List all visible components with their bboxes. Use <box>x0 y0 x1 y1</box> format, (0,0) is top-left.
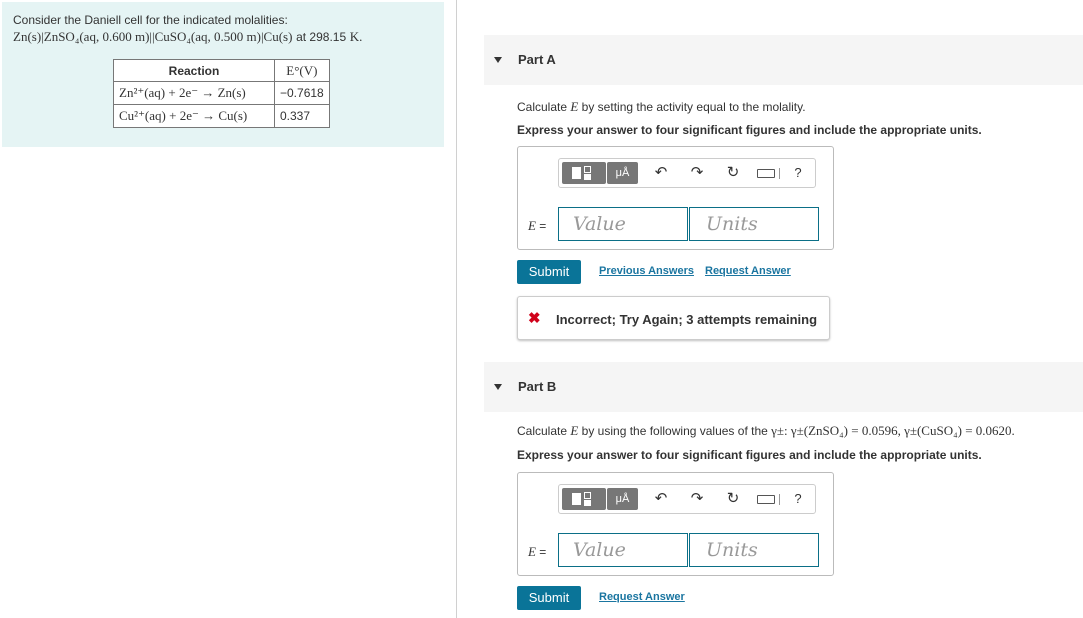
table-row: Cu²⁺(aq) + 2e⁻ → Cu(s) 0.337 <box>113 104 330 128</box>
collapse-triangle-icon[interactable] <box>494 384 502 390</box>
part-a-title: Part A <box>518 52 556 67</box>
value-input[interactable]: Value <box>558 533 688 567</box>
cell-notation-line: Zn(s)|ZnSO₄(aq, 0.600 m)||CuSO₄(aq, 0.50… <box>13 29 362 45</box>
help-button[interactable]: ? <box>788 162 808 184</box>
feedback-message: Incorrect; Try Again; 3 attempts remaini… <box>556 312 818 327</box>
intro-text: Consider the Daniell cell for the indica… <box>13 13 288 27</box>
table-row: Zn²⁺(aq) + 2e⁻ → Zn(s) −0.7618 <box>113 81 330 105</box>
reaction-cell: Zn²⁺(aq) + 2e⁻ → Zn(s) <box>113 81 275 105</box>
temperature-prefix: at 298.15 <box>296 30 347 44</box>
prompt-text: Calculate <box>517 100 568 114</box>
prompt-variable: E <box>570 99 579 114</box>
part-b-instruction: Express your answer to four significant … <box>517 448 982 462</box>
part-b-title: Part B <box>518 379 557 394</box>
math-toolbar: μÅ ↶ ↷ ↻ ? <box>558 484 816 514</box>
prompt-variable: E <box>570 423 579 438</box>
part-b-header[interactable]: Part B <box>484 362 1083 412</box>
reset-icon[interactable]: ↻ <box>723 488 743 510</box>
submit-button[interactable]: Submit <box>517 586 581 610</box>
answer-variable: E <box>528 218 536 233</box>
part-a-instruction: Express your answer to four significant … <box>517 123 982 137</box>
answer-label: E = <box>528 544 546 560</box>
part-a-answer-box: μÅ ↶ ↷ ↻ ? E = Value Units <box>517 146 834 250</box>
help-button[interactable]: ? <box>788 488 808 510</box>
redo-icon[interactable]: ↷ <box>687 162 707 184</box>
redo-icon[interactable]: ↷ <box>687 488 707 510</box>
answer-variable: E <box>528 544 536 559</box>
problem-intro-panel: Consider the Daniell cell for the indica… <box>2 2 444 147</box>
previous-answers-link[interactable]: Previous Answers <box>599 265 694 277</box>
keyboard-icon[interactable] <box>757 488 781 510</box>
units-button[interactable]: μÅ <box>607 488 638 510</box>
units-input[interactable]: Units <box>689 207 819 241</box>
templates-button[interactable] <box>562 488 606 510</box>
collapse-triangle-icon[interactable] <box>494 57 502 63</box>
potential-cell: 0.337 <box>274 104 330 128</box>
reset-icon[interactable]: ↻ <box>723 162 743 184</box>
value-input[interactable]: Value <box>558 207 688 241</box>
reaction-table: Reaction E°(V) Zn²⁺(aq) + 2e⁻ → Zn(s) −0… <box>113 59 330 128</box>
potential-cell: −0.7618 <box>274 81 330 105</box>
undo-icon[interactable]: ↶ <box>651 162 671 184</box>
cell-notation: Zn(s)|ZnSO₄(aq, 0.600 m)||CuSO₄(aq, 0.50… <box>13 29 293 44</box>
part-a-prompt: Calculate E by setting the activity equa… <box>517 99 806 115</box>
part-b-prompt: Calculate E by using the following value… <box>517 423 1015 439</box>
activity-coefficients: γ±: γ±(ZnSO₄) = 0.0596, γ±(CuSO₄) = 0.06… <box>771 423 1015 438</box>
equals-sign: = <box>535 219 547 233</box>
prompt-text: by using the following values of the <box>581 424 768 438</box>
column-divider <box>456 0 457 618</box>
answer-label: E = <box>528 218 546 234</box>
temperature-unit: K. <box>349 29 363 44</box>
request-answer-link[interactable]: Request Answer <box>705 265 791 277</box>
error-x-icon: ✖ <box>528 310 541 327</box>
submit-button[interactable]: Submit <box>517 260 581 284</box>
reaction-header: Reaction <box>113 59 275 82</box>
part-b-answer-box: μÅ ↶ ↷ ↻ ? E = Value Units <box>517 472 834 576</box>
equals-sign: = <box>535 545 547 559</box>
units-input[interactable]: Units <box>689 533 819 567</box>
prompt-text: Calculate <box>517 424 568 438</box>
undo-icon[interactable]: ↶ <box>651 488 671 510</box>
math-toolbar: μÅ ↶ ↷ ↻ ? <box>558 158 816 188</box>
table-header-row: Reaction E°(V) <box>113 59 330 82</box>
units-button[interactable]: μÅ <box>607 162 638 184</box>
feedback-box: ✖ Incorrect; Try Again; 3 attempts remai… <box>517 296 830 340</box>
keyboard-icon[interactable] <box>757 162 781 184</box>
templates-button[interactable] <box>562 162 606 184</box>
prompt-text: by setting the activity equal to the mol… <box>581 100 806 114</box>
request-answer-link[interactable]: Request Answer <box>599 591 685 603</box>
reaction-cell: Cu²⁺(aq) + 2e⁻ → Cu(s) <box>113 104 275 128</box>
part-a-header[interactable]: Part A <box>484 35 1083 85</box>
potential-header: E°(V) <box>274 59 330 82</box>
